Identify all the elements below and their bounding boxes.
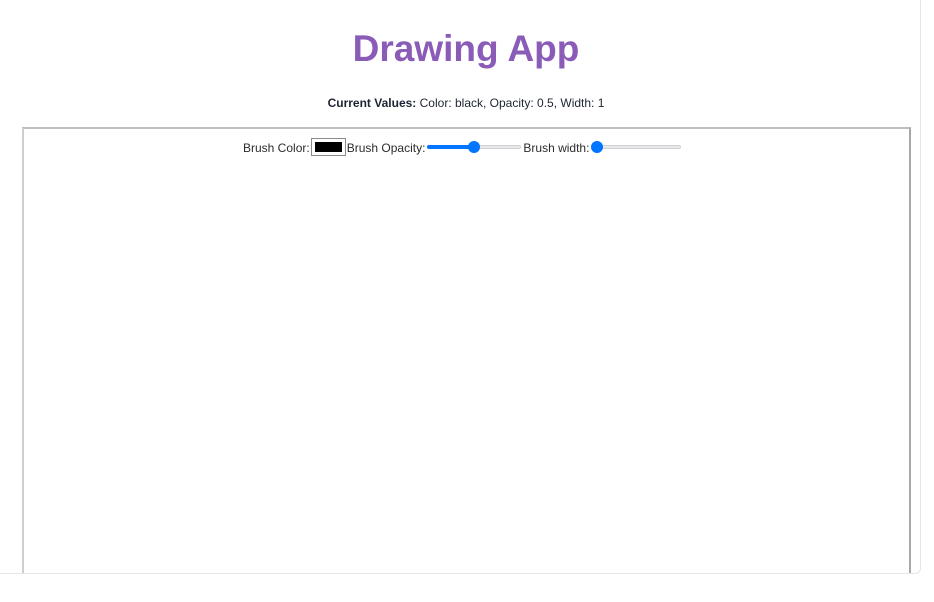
brush-opacity-label: Brush Opacity: (346, 141, 426, 155)
brush-width-slider[interactable] (591, 141, 682, 153)
app-frame: Drawing App Current Values: Color: black… (0, 0, 921, 574)
brush-toolbar: Brush Color: Brush Opacity: Brush width: (243, 138, 682, 158)
brush-color-picker[interactable] (310, 138, 346, 156)
current-values-text: Color: black, Opacity: 0.5, Width: 1 (419, 96, 605, 110)
drawing-canvas[interactable]: Brush Color: Brush Opacity: Brush width: (22, 127, 911, 573)
current-values-line: Current Values: Color: black, Opacity: 0… (0, 95, 920, 111)
brush-color-label: Brush Color: (243, 141, 310, 155)
brush-opacity-thumb[interactable] (468, 141, 481, 153)
page-title: Drawing App (352, 28, 580, 69)
brush-opacity-fill (427, 145, 475, 149)
brush-width-label: Brush width: (523, 141, 590, 155)
brush-color-swatch (314, 142, 342, 152)
current-values-label: Current Values: (327, 96, 417, 110)
brush-width-track (591, 145, 682, 149)
brush-width-thumb[interactable] (591, 141, 604, 153)
brush-opacity-slider[interactable] (427, 141, 522, 153)
